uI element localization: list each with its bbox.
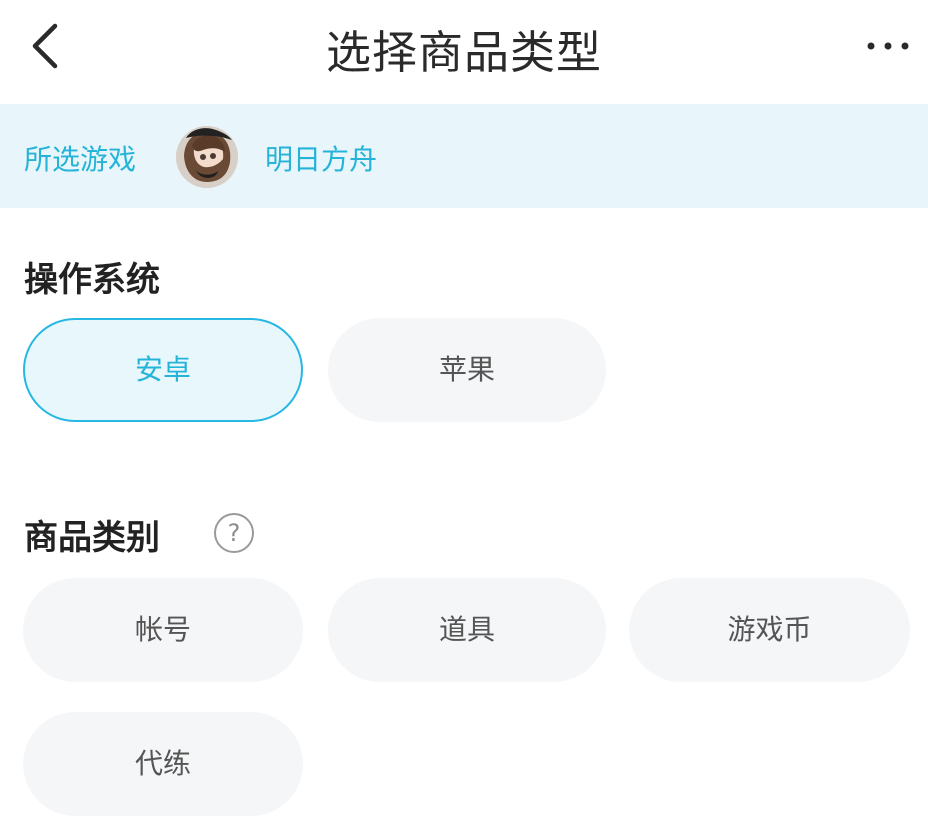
os-section-title: 操作系统 <box>24 260 160 300</box>
category-option-game-currency[interactable]: 游戏币 <box>629 578 910 682</box>
top-navigation-bar: 选择商品类型 <box>0 0 928 104</box>
os-option-android[interactable]: 安卓 <box>23 318 303 422</box>
avatar-image <box>176 126 238 188</box>
category-section-title: 商品类别 <box>24 518 160 558</box>
page-title: 选择商品类型 <box>325 26 602 79</box>
selected-game-name[interactable]: 明日方舟 <box>265 138 377 178</box>
category-option-account[interactable]: 帐号 <box>23 578 303 682</box>
more-horizontal-icon[interactable] <box>864 34 912 58</box>
game-avatar[interactable] <box>176 126 238 188</box>
category-option-items[interactable]: 道具 <box>328 578 606 682</box>
category-option-boosting[interactable]: 代练 <box>23 712 303 816</box>
selected-game-banner: 所选游戏 明日方舟 <box>0 104 928 208</box>
question-circle-icon[interactable]: ? <box>214 513 254 553</box>
selected-game-label: 所选游戏 <box>24 143 137 176</box>
os-option-ios[interactable]: 苹果 <box>328 318 606 422</box>
